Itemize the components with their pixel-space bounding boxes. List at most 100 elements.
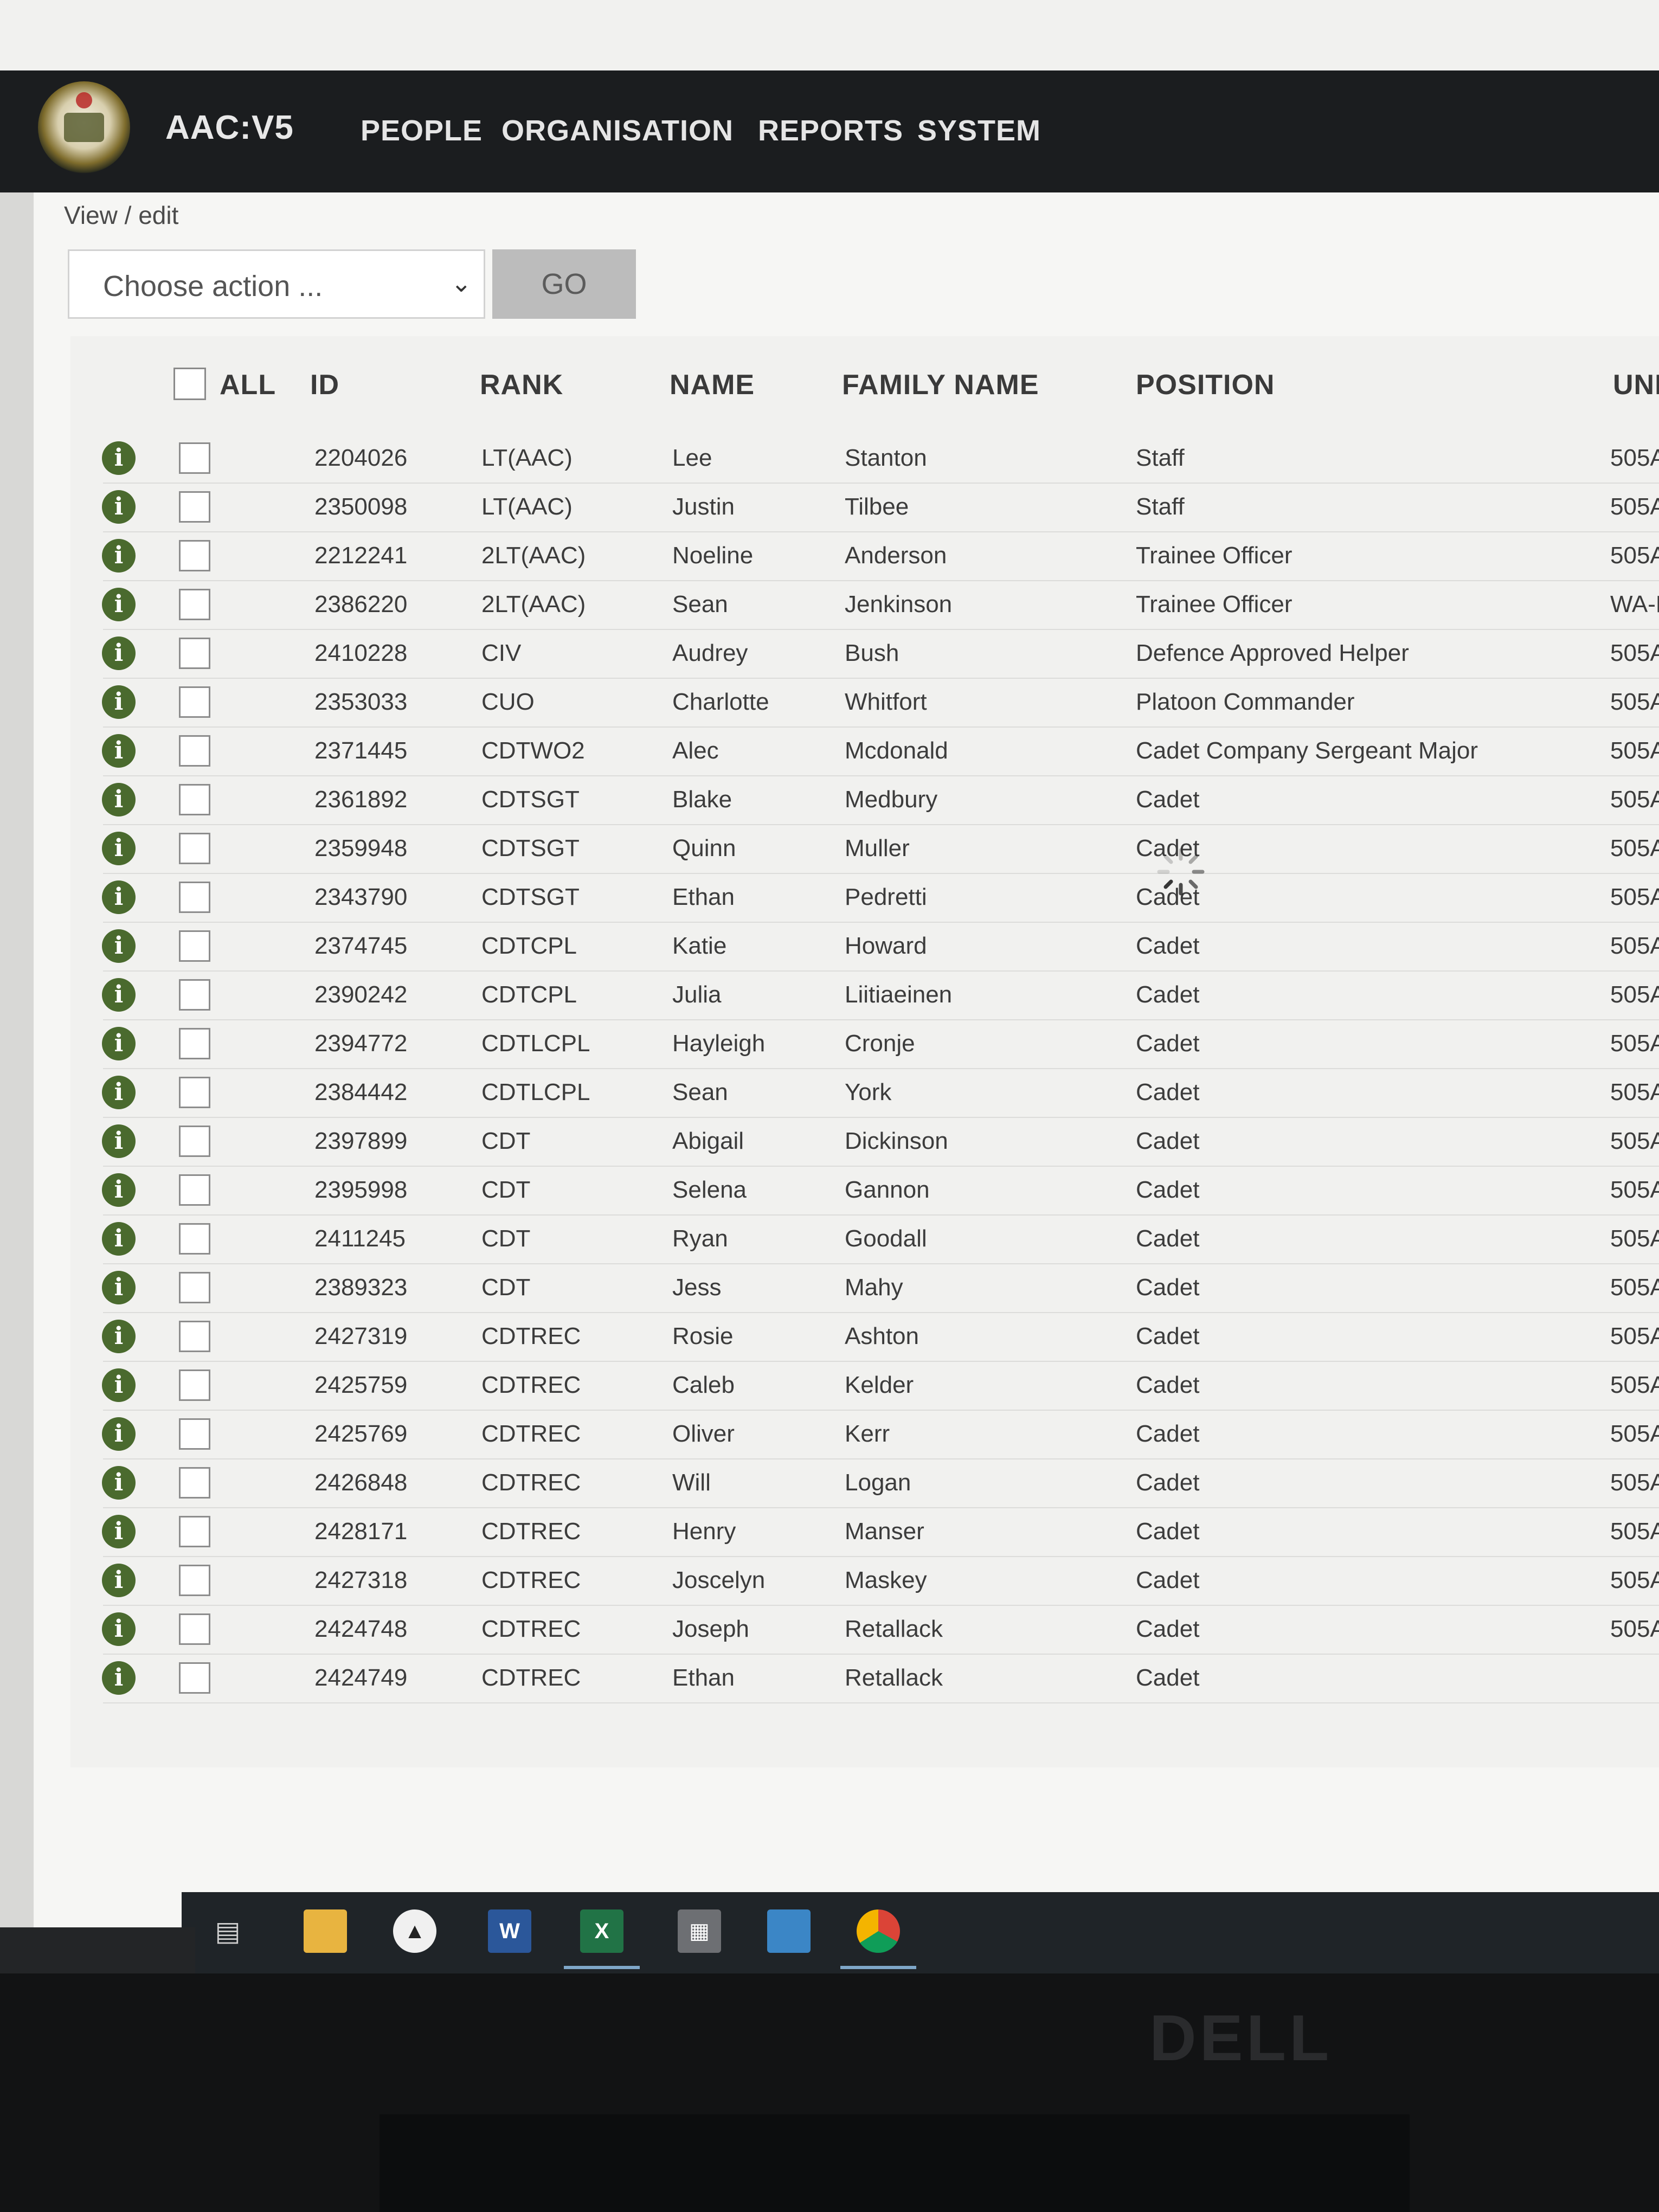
cell-id: 2374745 [314, 933, 408, 959]
info-icon[interactable]: i [102, 1515, 136, 1548]
info-icon[interactable]: i [102, 1222, 136, 1256]
row-checkbox[interactable] [179, 686, 210, 718]
cell-id: 2425769 [314, 1420, 408, 1447]
row-checkbox[interactable] [179, 1467, 210, 1499]
row-checkbox[interactable] [179, 882, 210, 913]
cell-id: 2428171 [314, 1518, 408, 1545]
cell-position: Platoon Commander [1136, 689, 1355, 715]
row-checkbox[interactable] [179, 1272, 210, 1303]
column-header-rank[interactable]: RANK [480, 369, 563, 401]
row-checkbox[interactable] [179, 1662, 210, 1694]
nav-people[interactable]: PEOPLE [361, 114, 483, 147]
info-icon[interactable]: i [102, 783, 136, 816]
row-checkbox[interactable] [179, 833, 210, 864]
windows-taskbar: ▤ ▲ W X ▦ [182, 1892, 1659, 1973]
cell-name: Will [672, 1469, 711, 1496]
column-header-unit[interactable]: UNI [1613, 369, 1659, 401]
row-checkbox[interactable] [179, 1613, 210, 1645]
cell-family-name: Pedretti [845, 884, 927, 910]
unit-crest-logo[interactable] [38, 81, 130, 173]
row-checkbox[interactable] [179, 1223, 210, 1255]
row-checkbox[interactable] [179, 1174, 210, 1206]
info-icon[interactable]: i [102, 832, 136, 865]
row-checkbox[interactable] [179, 979, 210, 1011]
row-checkbox[interactable] [179, 1321, 210, 1352]
calculator-icon[interactable]: ▦ [678, 1909, 721, 1953]
info-icon[interactable]: i [102, 1320, 136, 1353]
row-checkbox[interactable] [179, 784, 210, 815]
cell-rank: CDTSGT [481, 835, 580, 861]
row-checkbox[interactable] [179, 930, 210, 962]
cell-rank: CDTLCPL [481, 1079, 590, 1105]
word-icon[interactable]: W [488, 1909, 531, 1953]
browser-icon[interactable]: ▲ [393, 1909, 436, 1953]
info-icon[interactable]: i [102, 441, 136, 475]
cell-unit: 505ACU [1610, 1567, 1659, 1593]
info-icon[interactable]: i [102, 1661, 136, 1695]
row-checkbox[interactable] [179, 1028, 210, 1059]
row-checkbox[interactable] [179, 442, 210, 474]
excel-icon[interactable]: X [580, 1909, 623, 1953]
remote-desktop-icon[interactable] [767, 1909, 811, 1953]
row-checkbox[interactable] [179, 1077, 210, 1108]
chrome-icon[interactable] [857, 1909, 900, 1953]
info-icon[interactable]: i [102, 1076, 136, 1109]
cell-family-name: Logan [845, 1469, 911, 1496]
info-icon[interactable]: i [102, 588, 136, 621]
cell-unit: 505AC [1610, 981, 1659, 1008]
info-icon[interactable]: i [102, 1368, 136, 1402]
column-header-name[interactable]: NAME [670, 369, 755, 401]
row-checkbox[interactable] [179, 1369, 210, 1401]
row-checkbox[interactable] [179, 540, 210, 571]
cell-family-name: Kerr [845, 1420, 890, 1447]
column-header-id[interactable]: ID [310, 369, 339, 401]
info-icon[interactable]: i [102, 685, 136, 719]
nav-organisation[interactable]: ORGANISATION [501, 114, 734, 147]
info-icon[interactable]: i [102, 880, 136, 914]
row-divider [103, 1507, 1659, 1508]
info-icon[interactable]: i [102, 1271, 136, 1304]
cell-id: 2394772 [314, 1030, 408, 1057]
info-icon[interactable]: i [102, 1466, 136, 1500]
info-icon[interactable]: i [102, 734, 136, 768]
row-checkbox[interactable] [179, 491, 210, 523]
column-header-position[interactable]: POSITION [1136, 369, 1275, 401]
app-title[interactable]: AAC:V5 [165, 108, 294, 147]
task-view-icon[interactable]: ▤ [206, 1909, 249, 1953]
info-icon[interactable]: i [102, 490, 136, 524]
info-icon[interactable]: i [102, 1173, 136, 1207]
cell-position: Cadet [1136, 1616, 1200, 1642]
info-icon[interactable]: i [102, 539, 136, 573]
row-checkbox[interactable] [179, 1565, 210, 1596]
info-icon[interactable]: i [102, 1027, 136, 1060]
cell-family-name: Cronje [845, 1030, 915, 1057]
nav-reports[interactable]: REPORTS [758, 114, 903, 147]
info-icon[interactable]: i [102, 1124, 136, 1158]
row-checkbox[interactable] [179, 1126, 210, 1157]
info-icon[interactable]: i [102, 1417, 136, 1451]
row-checkbox[interactable] [179, 1418, 210, 1450]
row-divider [103, 824, 1659, 825]
row-checkbox[interactable] [179, 589, 210, 620]
nav-system[interactable]: SYSTEM [917, 114, 1041, 147]
info-icon[interactable]: i [102, 978, 136, 1012]
info-icon[interactable]: i [102, 1564, 136, 1597]
column-header-family-name[interactable]: FAMILY NAME [842, 369, 1039, 401]
cell-name: Ethan [672, 884, 735, 910]
info-icon[interactable]: i [102, 636, 136, 670]
row-checkbox[interactable] [179, 638, 210, 669]
row-checkbox[interactable] [179, 735, 210, 767]
cell-name: Audrey [672, 640, 748, 666]
cell-id: 2212241 [314, 542, 408, 569]
info-icon[interactable]: i [102, 1612, 136, 1646]
cell-id: 2371445 [314, 737, 408, 764]
cell-id: 2350098 [314, 493, 408, 520]
select-all-checkbox[interactable] [173, 368, 206, 400]
row-checkbox[interactable] [179, 1516, 210, 1547]
action-select[interactable]: Choose action ... ⌄ [68, 249, 485, 319]
info-icon[interactable]: i [102, 929, 136, 963]
go-button[interactable]: GO [492, 249, 636, 319]
file-explorer-icon[interactable] [304, 1909, 347, 1953]
row-divider [103, 873, 1659, 874]
cell-position: Cadet [1136, 1030, 1200, 1057]
